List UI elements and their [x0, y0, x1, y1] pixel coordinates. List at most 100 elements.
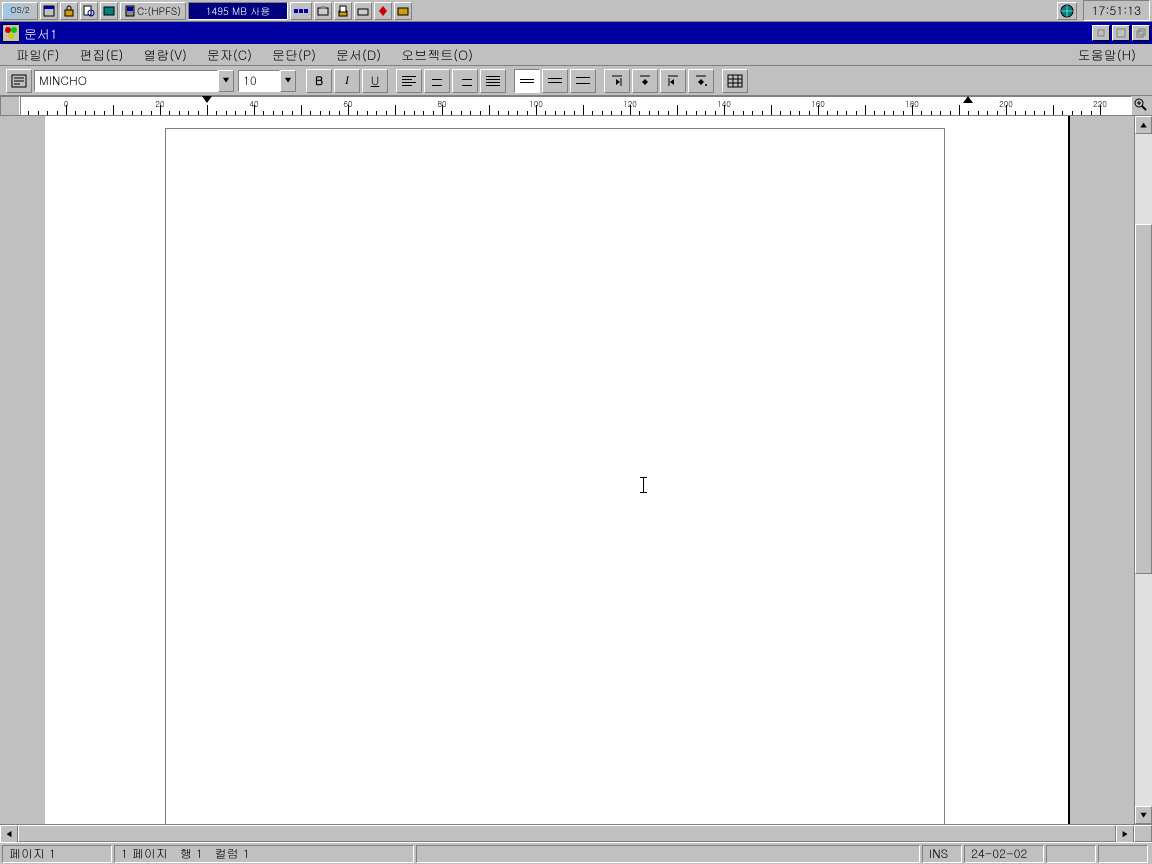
style-button[interactable]	[6, 69, 32, 93]
indent-marker[interactable]	[202, 96, 212, 103]
ruler-area: 0 20 40 60 80 100 120 140 160 180 200 220	[0, 96, 1152, 116]
hscroll-row: ◀ ▶	[0, 824, 1152, 842]
maximize-button[interactable]	[1112, 25, 1130, 41]
window-title: 문서1	[24, 24, 1090, 43]
ruler-label: 20	[155, 99, 164, 110]
restore-button[interactable]	[1132, 25, 1150, 41]
status-date: 24-02-02	[964, 845, 1044, 863]
right-margin-marker[interactable]	[963, 96, 973, 103]
taskbar-disk[interactable]: C:(HPFS)	[120, 2, 186, 20]
align-center-button[interactable]	[424, 69, 450, 93]
status-pages: 1 페이지	[121, 845, 168, 862]
status-page: 페이지 1	[2, 845, 112, 863]
taskbar-find-icon[interactable]	[80, 2, 98, 20]
ruler-label: 160	[811, 99, 825, 110]
toolbar: MINCHO ▼ 10 ▼ B I U	[0, 66, 1152, 96]
align-justify-button[interactable]	[480, 69, 506, 93]
underline-button[interactable]: U	[362, 69, 388, 93]
tab-left-button[interactable]	[604, 69, 630, 93]
statusbar: 페이지 1 1 페이지 행 1 컬럼 1 INS 24-02-02	[0, 842, 1152, 864]
status-row: 행 1	[180, 845, 203, 862]
os-taskbar: OS/2 C:(HPFS) 1495 MB 사용 17:51:13	[0, 0, 1152, 22]
vertical-scrollbar[interactable]: ▲ ▼	[1134, 116, 1152, 824]
scroll-right-button[interactable]: ▶	[1116, 825, 1134, 843]
menu-view[interactable]: 열람(V)	[133, 43, 197, 66]
align-left-button[interactable]	[396, 69, 422, 93]
taskbar-tray-icon-5[interactable]	[374, 2, 392, 20]
menu-para[interactable]: 문단(P)	[262, 43, 326, 66]
font-size-field[interactable]: 10	[238, 70, 280, 92]
horizontal-scrollbar[interactable]: ◀ ▶	[0, 825, 1134, 842]
status-col: 컬럼 1	[215, 845, 250, 862]
status-insert-mode[interactable]: INS	[922, 845, 962, 863]
ruler-label: 220	[1093, 99, 1107, 110]
menu-edit[interactable]: 편집(E)	[70, 43, 134, 66]
tab-right-button[interactable]	[660, 69, 686, 93]
ruler-label: 100	[529, 99, 543, 110]
taskbar-windowlist-icon[interactable]	[40, 2, 58, 20]
taskbar-app-icon[interactable]	[100, 2, 118, 20]
spacing-15-button[interactable]	[542, 69, 568, 93]
tab-decimal-button[interactable]	[688, 69, 714, 93]
size-combo[interactable]: 10 ▼	[238, 70, 296, 92]
scroll-left-button[interactable]: ◀	[0, 825, 18, 843]
hscroll-thumb[interactable]	[18, 825, 1116, 842]
vscroll-thumb[interactable]	[1135, 224, 1152, 574]
menu-doc[interactable]: 문서(D)	[326, 43, 391, 66]
font-dropdown-button[interactable]: ▼	[218, 70, 234, 92]
taskbar-os-icon[interactable]: OS/2	[2, 2, 38, 20]
spacing-single-button[interactable]	[514, 69, 540, 93]
window-titlebar: 문서1	[0, 22, 1152, 44]
ruler-label: 60	[343, 99, 352, 110]
tab-center-button[interactable]	[632, 69, 658, 93]
taskbar-tray-icon-1[interactable]	[290, 2, 312, 20]
taskbar-clock[interactable]: 17:51:13	[1083, 0, 1150, 21]
zoom-icon[interactable]	[1132, 96, 1150, 114]
menubar: 파일(F) 편집(E) 열람(V) 문자(C) 문단(P) 문서(D) 오브젝트…	[0, 44, 1152, 66]
status-extra-1	[1046, 845, 1096, 863]
app-icon[interactable]	[2, 24, 20, 42]
ruler-label: 140	[717, 99, 731, 110]
menu-file[interactable]: 파일(F)	[6, 43, 70, 66]
ruler-label: 40	[249, 99, 258, 110]
status-position: 1 페이지 행 1 컬럼 1	[114, 845, 414, 863]
minimize-button[interactable]	[1092, 25, 1110, 41]
horizontal-ruler[interactable]: 0 20 40 60 80 100 120 140 160 180 200 220	[20, 96, 1132, 116]
spacing-double-button[interactable]	[570, 69, 596, 93]
ruler-label: 120	[623, 99, 637, 110]
text-cursor	[643, 477, 644, 493]
taskbar-tray-icon-6[interactable]	[394, 2, 412, 20]
status-extra-2	[1098, 845, 1148, 863]
font-combo[interactable]: MINCHO ▼	[34, 70, 234, 92]
status-message	[416, 845, 920, 863]
bold-button[interactable]: B	[306, 69, 332, 93]
align-right-button[interactable]	[452, 69, 478, 93]
size-dropdown-button[interactable]: ▼	[280, 70, 296, 92]
font-name-field[interactable]: MINCHO	[34, 70, 218, 92]
ruler-label: 180	[905, 99, 919, 110]
vscroll-track[interactable]	[1135, 134, 1152, 806]
document-area[interactable]	[0, 116, 1134, 824]
taskbar-tray-icon-4[interactable]	[354, 2, 372, 20]
table-button[interactable]	[722, 69, 748, 93]
taskbar-lock-icon[interactable]	[60, 2, 78, 20]
scroll-corner	[1134, 825, 1152, 842]
taskbar-tray-icon-3[interactable]	[334, 2, 352, 20]
workspace: ▲ ▼	[0, 116, 1152, 824]
hscroll-track[interactable]	[18, 825, 1116, 842]
ruler-label: 0	[64, 99, 69, 110]
ruler-label: 200	[999, 99, 1013, 110]
document-page[interactable]	[165, 128, 945, 824]
scroll-down-button[interactable]: ▼	[1135, 806, 1152, 824]
scroll-up-button[interactable]: ▲	[1135, 116, 1152, 134]
italic-button[interactable]: I	[334, 69, 360, 93]
taskbar-disk-label: C:(HPFS)	[137, 4, 181, 18]
taskbar-tray-icon-2[interactable]	[314, 2, 332, 20]
taskbar-memory[interactable]: 1495 MB 사용	[188, 2, 288, 20]
taskbar-network-icon[interactable]	[1057, 2, 1077, 20]
ruler-corner	[0, 96, 20, 116]
menu-help[interactable]: 도움말(H)	[1068, 43, 1146, 66]
menu-object[interactable]: 오브젝트(O)	[391, 43, 483, 66]
menu-char[interactable]: 문자(C)	[197, 43, 262, 66]
ruler-label: 80	[437, 99, 446, 110]
